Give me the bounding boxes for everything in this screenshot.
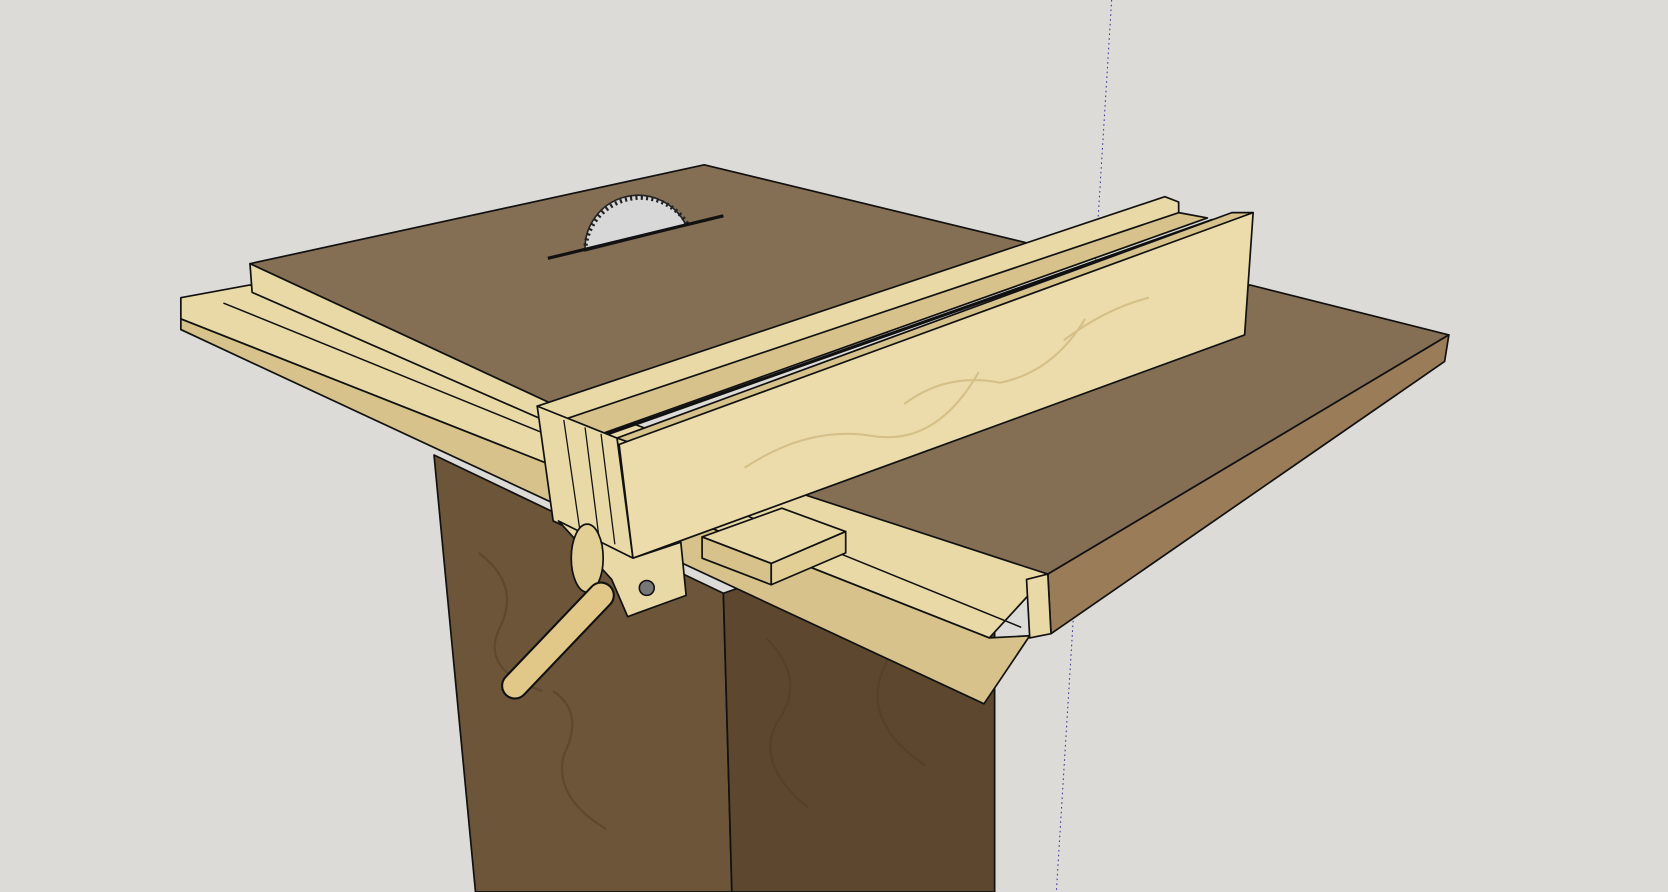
wing-end-strip <box>1025 573 1052 639</box>
3d-viewport[interactable] <box>0 0 1668 892</box>
model-canvas[interactable] <box>0 0 1668 892</box>
knob-icon[interactable] <box>638 579 656 597</box>
